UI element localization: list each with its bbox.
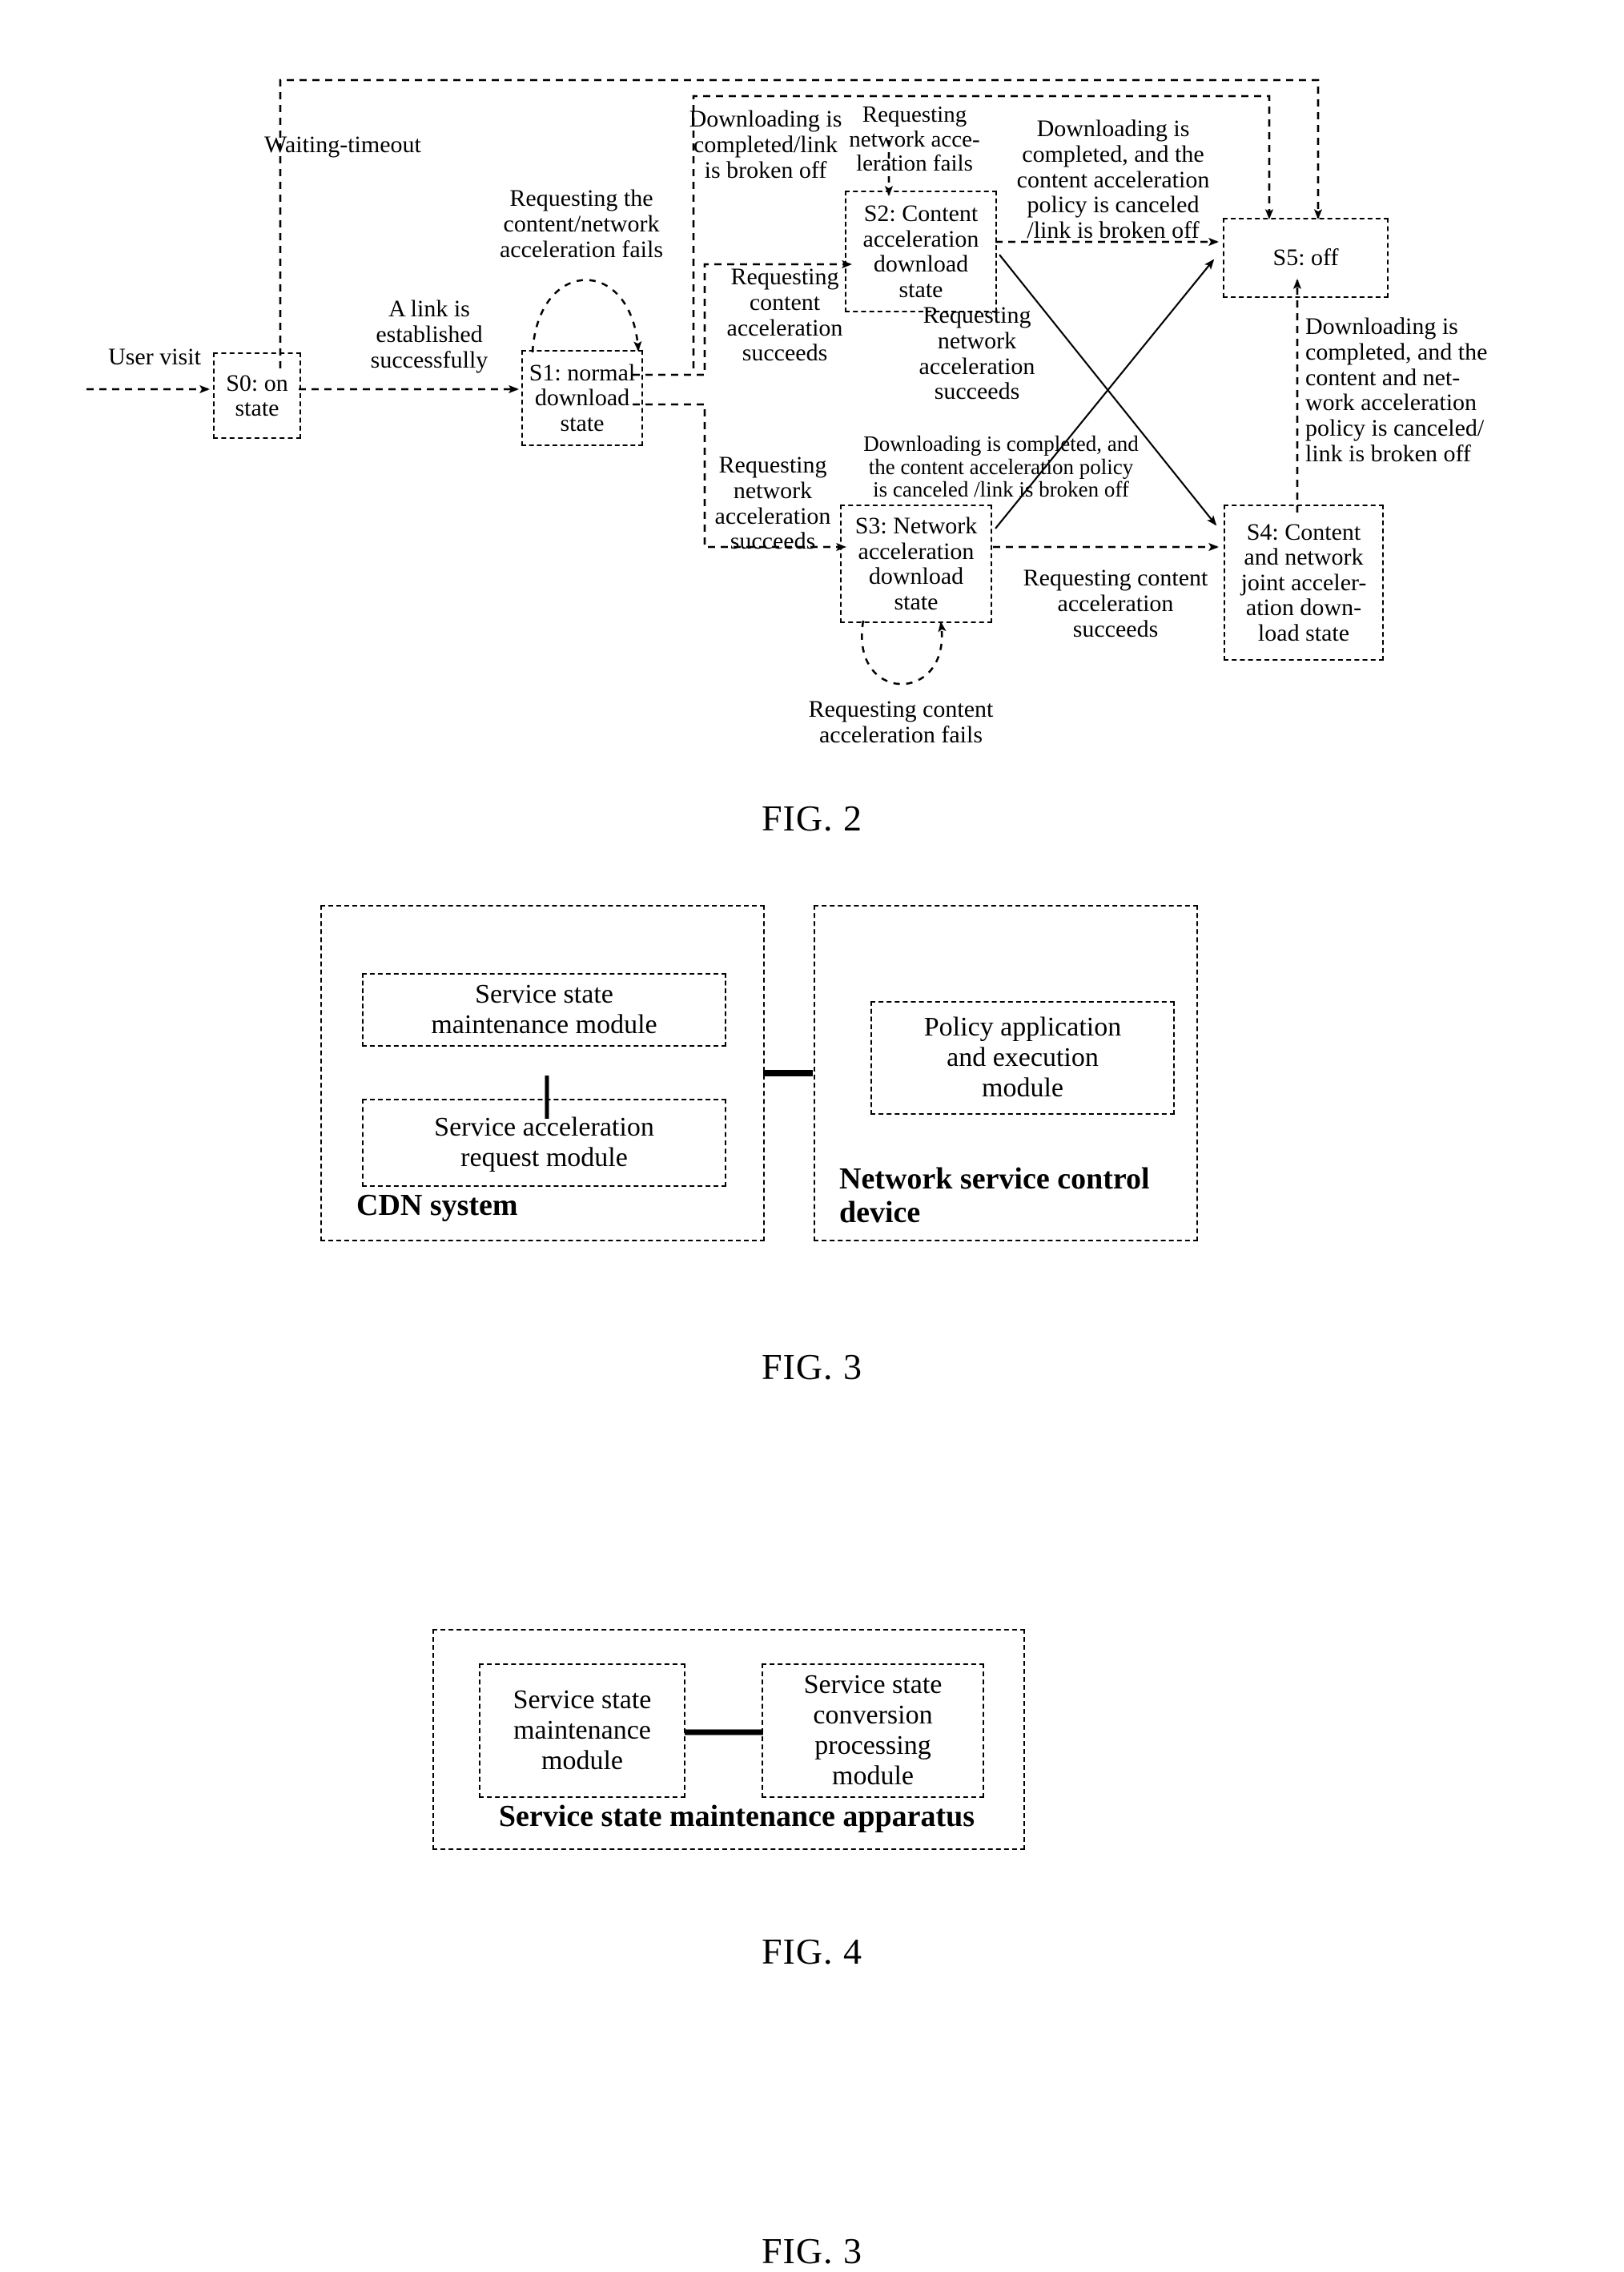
state-box-s5[interactable]: S5: off xyxy=(1223,218,1389,298)
state-box-s2[interactable]: S2: Content acceleration download state xyxy=(845,191,997,312)
figure-3-caption: FIG. 3 xyxy=(761,2230,863,2271)
module-service-acceleration-request[interactable]: Service acceleration request module xyxy=(362,1099,726,1187)
state-box-s1[interactable]: S1: normal download state xyxy=(521,350,643,446)
container-title-service-state-maintenance-apparatus: Service state maintenance apparatus xyxy=(498,1800,975,1833)
transition-label-request-content-succeeds-2: Requesting content acceleration succeeds xyxy=(1023,565,1208,642)
transition-label-request-network-fails: Requesting network acce- leration fails xyxy=(849,102,980,177)
figure-4: Service state maintenance module Service… xyxy=(0,1618,1624,1954)
figure-3-connectors xyxy=(545,1070,813,1119)
transition-label-download-complete-link-broken: Downloading is completed/link is broken … xyxy=(689,106,842,183)
transition-label-request-content-succeeds: Requesting content acceleration succeeds xyxy=(726,263,843,367)
module-policy-application-and-execution[interactable]: Policy application and execution module xyxy=(870,1001,1175,1115)
container-title-network-service-control-device: Network service control device xyxy=(839,1162,1150,1229)
transition-label-download-complete-content-canceled-2: Downloading is completed, and the conten… xyxy=(863,432,1139,502)
module-service-state-maintenance-f4[interactable]: Service state maintenance module xyxy=(479,1663,685,1798)
transition-label-download-complete-content-canceled: Downloading is completed, and the conten… xyxy=(1016,115,1210,244)
figure-4-caption-text: FIG. 4 xyxy=(761,1931,863,1972)
state-box-s4[interactable]: S4: Content and network joint acceler- a… xyxy=(1224,505,1384,661)
transition-label-request-network-succeeds: Requesting network acceleration succeeds xyxy=(919,302,1035,405)
transition-label-link-established: A link is established successfully xyxy=(370,296,488,373)
module-service-state-maintenance[interactable]: Service state maintenance module xyxy=(362,973,726,1047)
container-title-cdn-system: CDN system xyxy=(356,1188,518,1222)
state-box-s3[interactable]: S3: Network acceleration download state xyxy=(840,505,992,623)
transition-label-download-complete-content-network-canceled: Downloading is completed, and the conten… xyxy=(1305,313,1488,467)
transition-label-waiting-timeout: Waiting-timeout xyxy=(264,131,421,158)
transition-label-user-visit: User visit xyxy=(108,344,201,370)
figure-2-caption: FIG. 2 xyxy=(761,798,863,838)
figure-2: S0: on state S1: normal download state S… xyxy=(0,0,1624,873)
transition-label-request-network-succeeds-2: Requesting network acceleration succeeds xyxy=(714,452,831,555)
module-service-state-conversion-processing[interactable]: Service state conversion processing modu… xyxy=(762,1663,984,1798)
figure-3: Service state maintenance module Service… xyxy=(0,881,1624,2271)
transition-label-request-cn-fails: Requesting the content/network accelerat… xyxy=(499,185,664,263)
transition-label-request-content-fails: Requesting content acceleration fails xyxy=(808,696,994,748)
figure-3-caption-text: FIG. 3 xyxy=(761,1346,863,1387)
